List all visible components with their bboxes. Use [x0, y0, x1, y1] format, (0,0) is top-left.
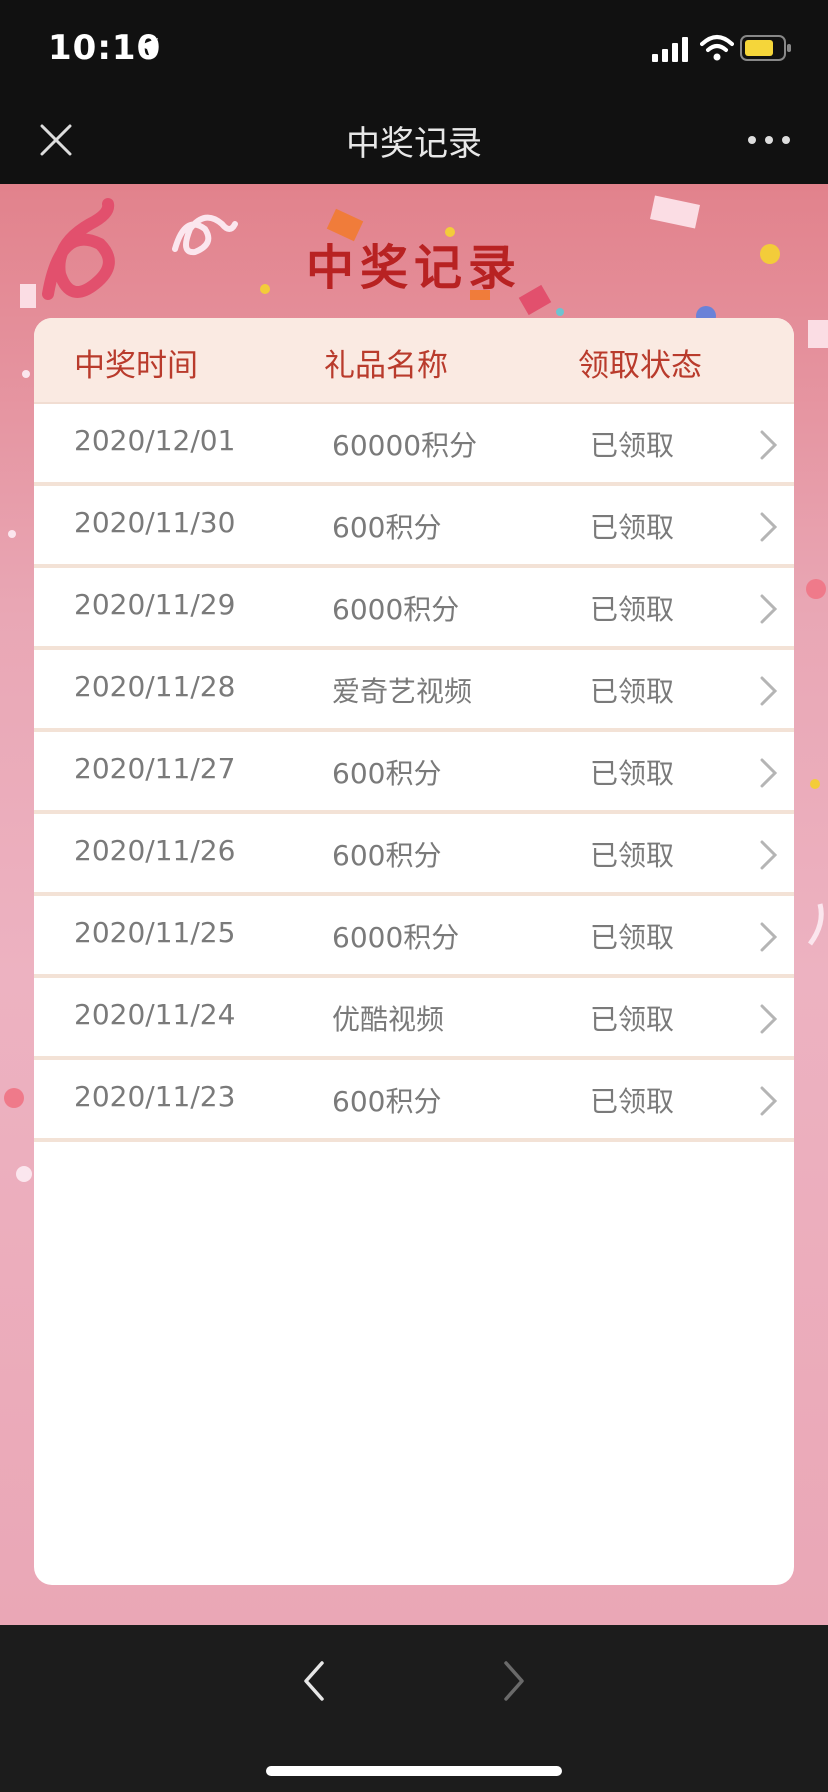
table-row[interactable]: 2020/11/27 600积分 已领取 — [34, 732, 794, 814]
table-row[interactable]: 2020/11/26 600积分 已领取 — [34, 814, 794, 896]
chevron-right-icon — [760, 512, 778, 542]
chevron-right-icon — [760, 840, 778, 870]
table-row[interactable]: 2020/11/29 6000积分 已领取 — [34, 568, 794, 650]
row-status: 已领取 — [590, 1003, 675, 1036]
table-row[interactable]: 2020/11/28 爱奇艺视频 已领取 — [34, 650, 794, 732]
row-date: 2020/11/24 — [74, 998, 236, 1031]
forward-button — [504, 1661, 524, 1701]
wifi-icon — [700, 35, 734, 61]
bottom-toolbar — [0, 1625, 828, 1792]
location-arrow-icon — [138, 38, 158, 58]
chevron-right-icon — [760, 1086, 778, 1116]
row-date: 2020/11/28 — [74, 670, 236, 703]
table-header: 中奖时间 礼品名称 领取状态 — [34, 318, 794, 404]
chevron-right-icon — [760, 430, 778, 460]
home-indicator[interactable] — [266, 1766, 562, 1776]
cellular-signal-icon — [652, 37, 688, 62]
row-status: 已领取 — [590, 511, 675, 544]
page-title: 中奖记录 — [346, 124, 482, 164]
banner-title: 中奖记录 — [305, 240, 522, 296]
row-gift: 600积分 — [332, 1085, 442, 1118]
back-button[interactable] — [296, 1655, 332, 1707]
row-gift: 优酷视频 — [332, 1003, 445, 1036]
row-gift: 600积分 — [332, 511, 442, 544]
chevron-right-icon — [760, 594, 778, 624]
row-status: 已领取 — [590, 429, 675, 462]
battery-icon — [740, 35, 791, 61]
row-date: 2020/11/25 — [74, 916, 236, 949]
table-row[interactable]: 2020/11/23 600积分 已领取 — [34, 1060, 794, 1142]
row-gift: 6000积分 — [332, 921, 460, 954]
row-date: 2020/11/30 — [74, 506, 236, 539]
row-status: 已领取 — [590, 757, 675, 790]
column-header-time: 中奖时间 — [74, 348, 198, 384]
row-status: 已领取 — [590, 839, 675, 872]
column-header-status: 领取状态 — [578, 348, 702, 384]
chevron-right-icon — [760, 676, 778, 706]
row-date: 2020/11/29 — [74, 588, 236, 621]
table-row[interactable]: 2020/11/30 600积分 已领取 — [34, 486, 794, 568]
row-status: 已领取 — [590, 921, 675, 954]
row-date: 2020/11/23 — [74, 1080, 236, 1113]
chevron-right-icon — [760, 922, 778, 952]
row-gift: 爱奇艺视频 — [332, 675, 473, 708]
table-row[interactable]: 2020/11/24 优酷视频 已领取 — [34, 978, 794, 1060]
row-status: 已领取 — [590, 593, 675, 626]
row-status: 已领取 — [590, 1085, 675, 1118]
row-status: 已领取 — [590, 675, 675, 708]
row-date: 2020/12/01 — [74, 424, 236, 457]
table-row[interactable]: 2020/12/01 60000积分 已领取 — [34, 404, 794, 486]
row-date: 2020/11/27 — [74, 752, 236, 785]
column-header-gift: 礼品名称 — [324, 348, 448, 384]
row-gift: 60000积分 — [332, 429, 478, 462]
status-bar: 10:10 — [0, 0, 828, 96]
row-gift: 6000积分 — [332, 593, 460, 626]
more-options-button[interactable] — [744, 126, 794, 154]
chevron-right-icon — [760, 1004, 778, 1034]
row-gift: 600积分 — [332, 839, 442, 872]
row-date: 2020/11/26 — [74, 834, 236, 867]
chevron-right-icon — [760, 758, 778, 788]
row-gift: 600积分 — [332, 757, 442, 790]
nav-bar: 中奖记录 — [0, 96, 828, 184]
prize-record-card: 中奖时间 礼品名称 领取状态 2020/12/01 60000积分 已领取 20… — [34, 318, 794, 1585]
table-row[interactable]: 2020/11/25 6000积分 已领取 — [34, 896, 794, 978]
content-area: 中奖记录 中奖时间 礼品名称 领取状态 2020/12/01 60000积分 已… — [0, 184, 828, 1625]
